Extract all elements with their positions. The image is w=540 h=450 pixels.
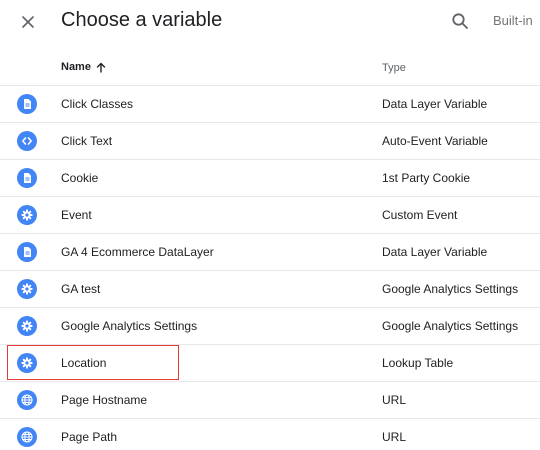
variable-name: Location (61, 356, 107, 370)
page-title: Choose a variable (61, 9, 223, 31)
variable-name: Click Text (61, 134, 113, 148)
builtin-button[interactable]: Built-in (493, 13, 533, 28)
table-row[interactable]: GA test Google Analytics Settings (0, 271, 540, 308)
table-row[interactable]: Click Classes Data Layer Variable (0, 86, 540, 123)
gear-icon (17, 353, 37, 373)
variable-type: 1st Party Cookie (382, 171, 471, 185)
variable-type: URL (382, 430, 407, 444)
name-column-header[interactable]: Name (61, 61, 106, 73)
table-row[interactable]: Click Text Auto-Event Variable (0, 123, 540, 160)
variable-type: Custom Event (382, 208, 458, 222)
variable-name: Cookie (61, 171, 99, 185)
globe-icon (17, 427, 37, 447)
type-column-header: Type (382, 62, 406, 74)
gear-icon (17, 279, 37, 299)
variable-type: Auto-Event Variable (382, 134, 488, 148)
close-button[interactable] (14, 8, 42, 36)
variable-name: Google Analytics Settings (61, 319, 198, 333)
variable-name: Page Path (61, 430, 118, 444)
table-row[interactable]: GA 4 Ecommerce DataLayer Data Layer Vari… (0, 234, 540, 271)
code-icon (17, 131, 37, 151)
variable-name: Page Hostname (61, 393, 148, 407)
variable-type: URL (382, 393, 407, 407)
variable-name: Event (61, 208, 92, 222)
table-row[interactable]: Google Analytics Settings Google Analyti… (0, 308, 540, 345)
variable-type: Data Layer Variable (382, 245, 488, 259)
table-row[interactable]: Event Custom Event (0, 197, 540, 234)
variable-type: Google Analytics Settings (382, 282, 519, 296)
panel-header: Choose a variable Built-in (0, 0, 540, 44)
variable-name: GA test (61, 282, 101, 296)
document-icon (17, 94, 37, 114)
variable-name: GA 4 Ecommerce DataLayer (61, 245, 214, 259)
table-row[interactable]: Page Hostname URL (0, 382, 540, 419)
gear-icon (17, 316, 37, 336)
search-icon (452, 13, 468, 29)
variable-type: Google Analytics Settings (382, 319, 519, 333)
gear-icon (17, 205, 37, 225)
document-icon (17, 168, 37, 188)
name-column-label: Name (61, 61, 91, 73)
document-icon (17, 242, 37, 262)
search-button[interactable] (446, 7, 474, 35)
table-row-location[interactable]: Location Lookup Table (0, 345, 540, 382)
choose-variable-panel: Choose a variable Built-in Name Type Cli… (0, 0, 540, 450)
close-icon (22, 16, 34, 28)
variable-type: Lookup Table (382, 356, 454, 370)
globe-icon (17, 390, 37, 410)
table-row[interactable]: Page Path URL (0, 419, 540, 450)
column-header-row: Name Type (0, 50, 540, 86)
table-row[interactable]: Cookie 1st Party Cookie (0, 160, 540, 197)
variable-name: Click Classes (61, 97, 134, 111)
arrow-up-icon (96, 62, 106, 73)
variable-type: Data Layer Variable (382, 97, 488, 111)
variable-list: Click Classes Data Layer Variable Click … (0, 86, 540, 450)
